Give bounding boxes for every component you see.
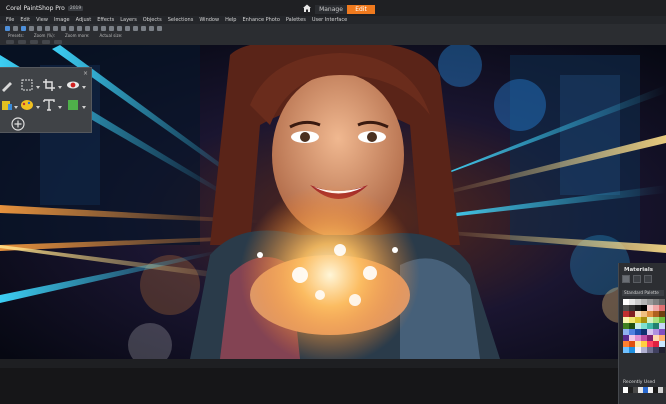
menu-enhance-photo[interactable]: Enhance Photo [242, 17, 279, 23]
menu-objects[interactable]: Objects [143, 17, 162, 23]
tab-manage[interactable]: Manage [315, 5, 347, 14]
save-icon[interactable] [21, 25, 26, 31]
chevron-down-icon[interactable] [82, 86, 86, 89]
materials-panel: Materials Standard Palette Recently Used [618, 263, 666, 404]
app-title: Corel PaintShop Pro 2019 [6, 4, 84, 12]
menu-selections[interactable]: Selections [168, 17, 194, 23]
menu-adjust[interactable]: Adjust [76, 17, 92, 23]
shape-tool-icon[interactable] [66, 98, 80, 112]
overview-icon[interactable] [141, 25, 146, 31]
red-eye-icon[interactable] [66, 78, 80, 92]
redo-icon[interactable] [53, 25, 58, 31]
photo [0, 45, 666, 359]
open-icon[interactable] [13, 25, 18, 31]
fit-button[interactable] [54, 39, 62, 44]
new-file-icon[interactable] [5, 25, 10, 31]
undo-icon[interactable] [45, 25, 50, 31]
menu-window[interactable]: Window [199, 17, 219, 23]
menu-user-interface[interactable]: User Interface [312, 17, 347, 23]
zoom-out-icon[interactable] [93, 25, 98, 31]
chevron-down-icon[interactable] [58, 106, 62, 109]
tab-edit[interactable]: Edit [347, 5, 375, 14]
tool-options-controls [0, 38, 666, 45]
paste-icon[interactable] [77, 25, 82, 31]
recently-used-label: Recently Used [623, 380, 656, 385]
zoom-more-button[interactable] [30, 39, 38, 44]
paint-bucket-icon[interactable] [0, 98, 14, 112]
actual-size-button[interactable] [42, 39, 50, 44]
close-icon[interactable]: × [83, 70, 88, 77]
standard-toolbar [0, 24, 666, 32]
recent-colors[interactable] [623, 387, 666, 393]
menu-palettes[interactable]: Palettes [286, 17, 306, 23]
menu-view[interactable]: View [36, 17, 48, 23]
swatch-grid[interactable] [623, 299, 665, 353]
menu-image[interactable]: Image [54, 17, 70, 23]
version-badge: 2019 [67, 5, 84, 11]
grid-icon[interactable] [109, 25, 114, 31]
layers-icon[interactable] [125, 25, 130, 31]
tools-panel: × [0, 67, 92, 133]
chevron-down-icon[interactable] [36, 86, 40, 89]
zoom-in-icon[interactable] [85, 25, 90, 31]
gradient-tab[interactable] [633, 275, 641, 283]
ruler-icon[interactable] [117, 25, 122, 31]
palette-tab[interactable] [622, 275, 630, 283]
actual-size-label: Actual size: [99, 32, 123, 38]
menu-bar: File Edit View Image Adjust Effects Laye… [0, 16, 666, 24]
zoom-field[interactable] [18, 39, 26, 44]
bottom-area [0, 368, 666, 404]
add-tool-icon[interactable] [11, 117, 25, 131]
pattern-tab[interactable] [644, 275, 652, 283]
fit-icon[interactable] [101, 25, 106, 31]
menu-help[interactable]: Help [225, 17, 236, 23]
title-bar: Corel PaintShop Pro 2019 Manage Edit [0, 0, 666, 16]
menu-layers[interactable]: Layers [120, 17, 137, 23]
app-name: Corel PaintShop Pro [6, 4, 65, 12]
copy-icon[interactable] [69, 25, 74, 31]
color-swatch[interactable] [659, 347, 665, 353]
image-canvas[interactable] [0, 45, 666, 359]
home-icon[interactable] [302, 3, 312, 13]
selection-icon[interactable] [20, 78, 34, 92]
palette-dropdown[interactable]: Standard Palette [622, 290, 664, 296]
cut-icon[interactable] [61, 25, 66, 31]
save-as-icon[interactable] [29, 25, 34, 31]
materials-tabs [622, 275, 652, 283]
color-picker-icon[interactable] [20, 98, 34, 112]
chevron-down-icon[interactable] [36, 106, 40, 109]
materials-title: Materials [624, 267, 654, 273]
chevron-down-icon[interactable] [58, 86, 62, 89]
chevron-down-icon[interactable] [14, 106, 18, 109]
settings-icon[interactable] [157, 25, 162, 31]
preset-dropdown[interactable] [6, 39, 14, 44]
menu-file[interactable]: File [6, 17, 14, 23]
menu-edit[interactable]: Edit [20, 17, 30, 23]
presets-label: Presets: [8, 32, 24, 38]
histogram-icon[interactable] [133, 25, 138, 31]
chevron-down-icon[interactable] [82, 106, 86, 109]
script-icon[interactable] [149, 25, 154, 31]
print-icon[interactable] [37, 25, 42, 31]
menu-effects[interactable]: Effects [97, 17, 114, 23]
zoom-label: Zoom (%): [33, 32, 55, 38]
status-bar: Pan Tool: Click and drag to pan images l… [0, 359, 666, 376]
brush-icon[interactable] [0, 78, 14, 92]
zoom-more-label: Zoom more: [64, 32, 90, 38]
crop-icon[interactable] [42, 78, 56, 92]
text-tool-icon[interactable] [42, 98, 56, 112]
